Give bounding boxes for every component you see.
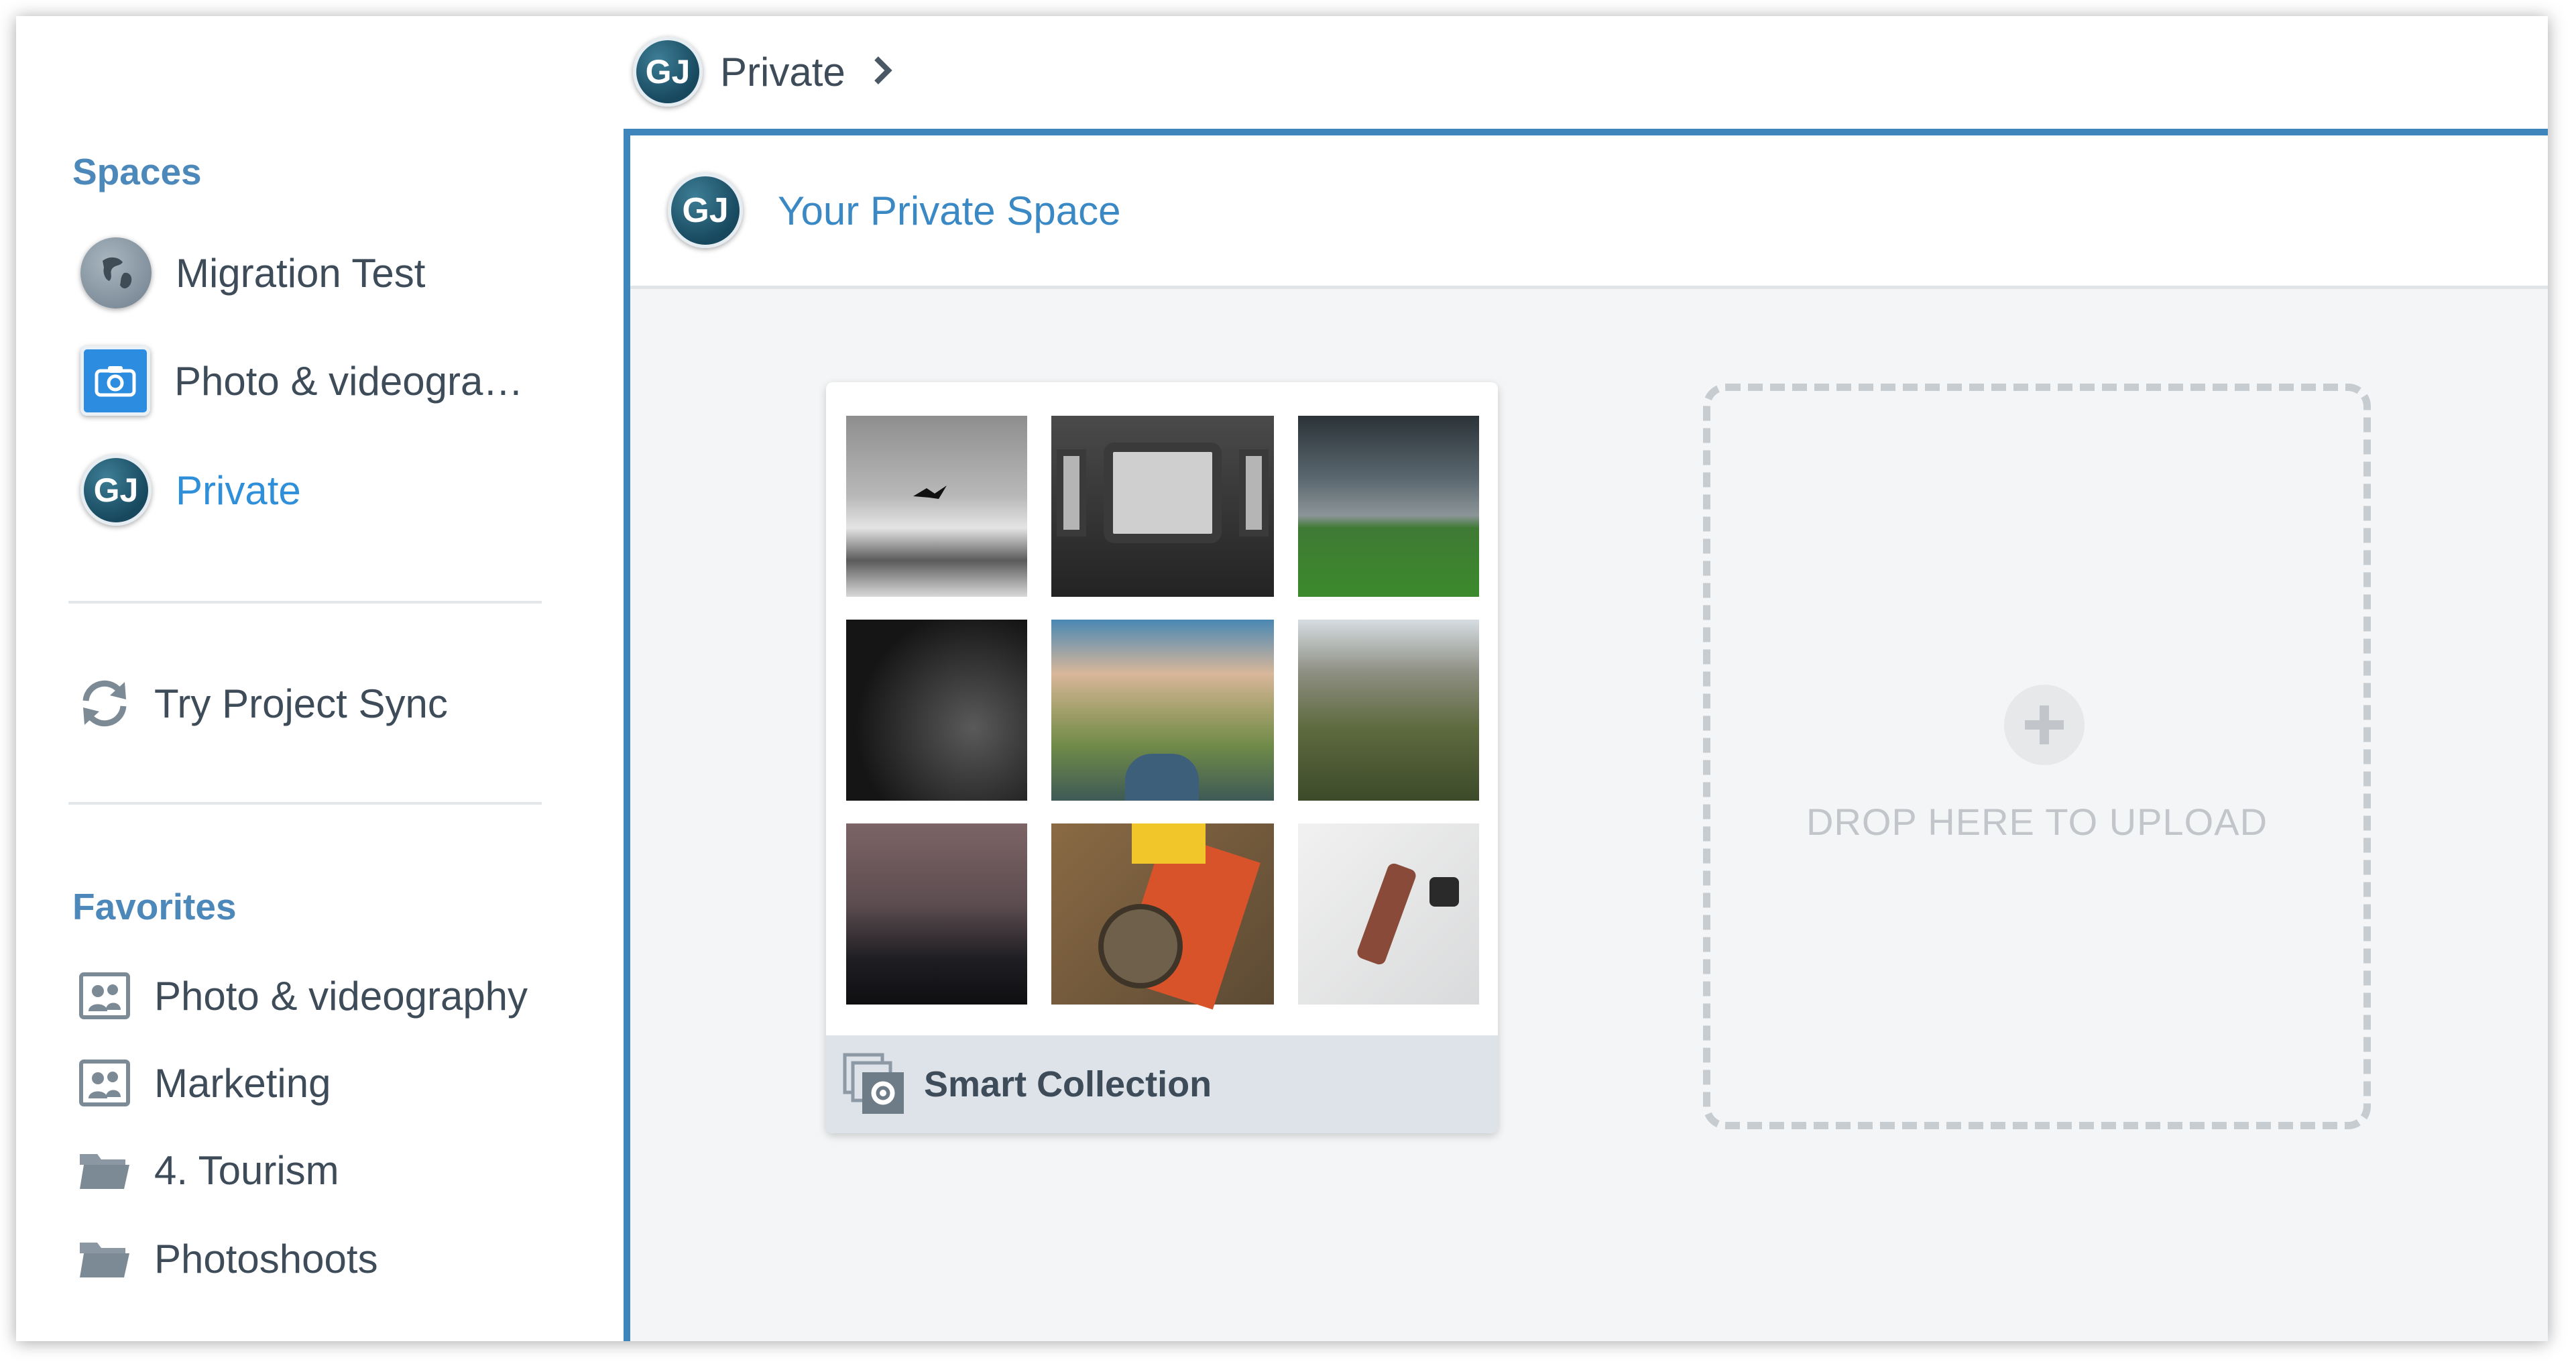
favorite-label: Photo & videography xyxy=(154,973,528,1019)
thumbnail[interactable] xyxy=(1298,823,1479,1005)
favorite-item-marketing[interactable]: Marketing xyxy=(78,1060,331,1106)
favorite-item-photoshoots[interactable]: Photoshoots xyxy=(78,1235,378,1282)
sidebar-item-label: Migration Test xyxy=(176,250,426,296)
plus-icon xyxy=(2004,685,2085,765)
sidebar: Spaces Migration Test Photo & videogra… xyxy=(16,16,624,1341)
sidebar-item-migration-test[interactable]: Migration Test xyxy=(80,237,425,308)
dropzone-label: DROP HERE TO UPLOAD xyxy=(1806,801,2268,843)
thumbnail[interactable] xyxy=(1298,620,1479,801)
chevron-right-icon[interactable] xyxy=(872,56,892,89)
people-collection-icon xyxy=(78,1060,131,1106)
sync-label: Try Project Sync xyxy=(154,681,448,726)
main-panel: GJ Your Private Space Smart Collection D… xyxy=(624,129,2548,1341)
sidebar-item-label: Private xyxy=(176,467,301,513)
collection-title: Smart Collection xyxy=(924,1064,1212,1104)
favorite-label: 4. Tourism xyxy=(154,1147,339,1193)
avatar: GJ xyxy=(668,173,743,248)
sync-icon xyxy=(78,680,131,727)
try-project-sync-link[interactable]: Try Project Sync xyxy=(78,680,448,727)
thumbnail[interactable] xyxy=(1051,823,1274,1010)
favorites-heading: Favorites xyxy=(72,886,237,927)
thumbnail[interactable] xyxy=(846,823,1027,1005)
breadcrumb-item-private[interactable]: Private xyxy=(720,49,845,95)
folder-icon xyxy=(78,1235,131,1282)
sidebar-item-label: Photo & videogra… xyxy=(174,358,524,404)
collection-footer: Smart Collection xyxy=(826,1035,1498,1133)
people-collection-icon xyxy=(78,972,131,1019)
panel-header: GJ Your Private Space xyxy=(630,135,2548,289)
favorite-label: Photoshoots xyxy=(154,1236,378,1281)
thumbnail[interactable] xyxy=(846,620,1027,801)
thumbnail[interactable] xyxy=(1051,620,1274,801)
spaces-heading: Spaces xyxy=(72,151,202,192)
app-window: Spaces Migration Test Photo & videogra… xyxy=(16,16,2548,1341)
folder-icon xyxy=(78,1147,131,1194)
globe-icon xyxy=(80,237,152,308)
thumbnail[interactable] xyxy=(846,416,1027,597)
camera-icon xyxy=(80,346,150,416)
favorite-item-photo-videography[interactable]: Photo & videography xyxy=(78,972,528,1019)
thumbnail[interactable] xyxy=(1051,416,1274,597)
smart-collection-icon xyxy=(842,1052,906,1117)
smart-collection-card[interactable]: Smart Collection xyxy=(826,382,1498,1133)
favorite-label: Marketing xyxy=(154,1060,331,1106)
divider xyxy=(68,601,542,604)
sidebar-item-photo-videography[interactable]: Photo & videogra… xyxy=(80,346,523,416)
sidebar-item-private[interactable]: GJ Private xyxy=(80,455,301,526)
favorite-item-tourism[interactable]: 4. Tourism xyxy=(78,1147,339,1194)
avatar[interactable]: GJ xyxy=(633,37,703,107)
divider xyxy=(68,802,542,805)
page-title[interactable]: Your Private Space xyxy=(778,188,1120,234)
upload-dropzone[interactable]: DROP HERE TO UPLOAD xyxy=(1703,384,2371,1129)
thumbnail[interactable] xyxy=(1298,416,1479,597)
avatar: GJ xyxy=(80,455,152,526)
breadcrumb: GJ Private xyxy=(633,35,892,109)
